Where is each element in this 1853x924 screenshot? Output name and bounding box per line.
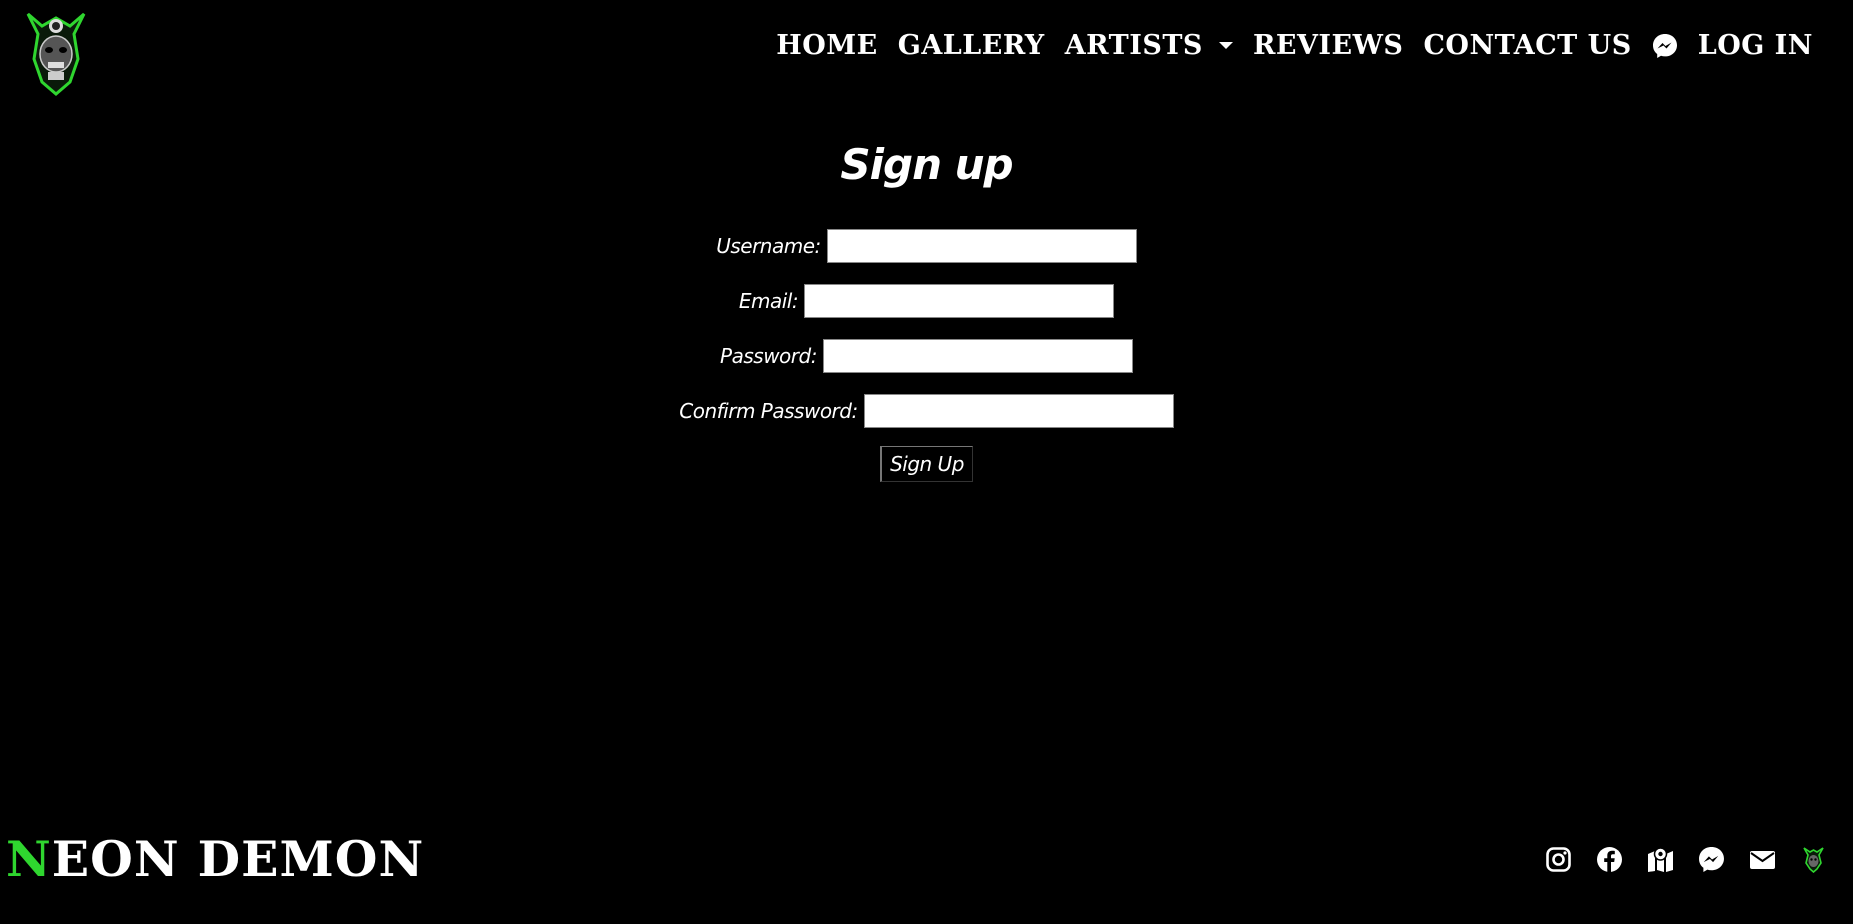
messenger-icon[interactable] xyxy=(1698,846,1725,873)
nav-login[interactable]: LOG IN xyxy=(1698,30,1813,61)
map-icon[interactable] xyxy=(1647,846,1674,873)
mini-logo-icon[interactable] xyxy=(1800,846,1827,873)
nav-reviews[interactable]: REVIEWS xyxy=(1253,30,1404,61)
email-label: Email: xyxy=(738,289,799,313)
footer-brand-initial: N xyxy=(6,830,52,888)
nav-gallery[interactable]: GALLERY xyxy=(898,30,1045,61)
confirm-password-input[interactable] xyxy=(863,394,1174,428)
footer-social-icons xyxy=(1545,846,1827,873)
sign-up-button[interactable]: Sign Up xyxy=(880,446,973,482)
username-row: Username: xyxy=(0,228,1853,264)
envelope-icon[interactable] xyxy=(1749,846,1776,873)
nav-contact[interactable]: CONTACT US xyxy=(1423,30,1631,61)
password-row: Password: xyxy=(0,338,1853,374)
nav-artists-label: ARTISTS xyxy=(1064,30,1203,61)
signup-form: Username: Email: Password: Confirm Passw… xyxy=(0,228,1853,482)
submit-row: Sign Up xyxy=(0,446,1853,482)
instagram-icon[interactable] xyxy=(1545,846,1572,873)
username-input[interactable] xyxy=(826,229,1137,263)
page-title: Sign up xyxy=(840,140,1013,189)
password-input[interactable] xyxy=(822,339,1133,373)
confirm-password-label: Confirm Password: xyxy=(679,399,858,423)
chevron-down-icon xyxy=(1218,42,1233,49)
footer-brand: NEON DEMON xyxy=(6,830,424,888)
facebook-icon[interactable] xyxy=(1596,846,1623,873)
nav-home[interactable]: HOME xyxy=(776,30,878,61)
footer-brand-rest: EON DEMON xyxy=(51,830,425,888)
password-label: Password: xyxy=(720,344,817,368)
email-row: Email: xyxy=(0,283,1853,319)
nav-artists-dropdown[interactable]: ARTISTS xyxy=(1065,30,1233,61)
username-label: Username: xyxy=(716,234,821,258)
site-logo-icon[interactable] xyxy=(20,4,92,96)
main-nav: HOME GALLERY ARTISTS REVIEWS CONTACT US … xyxy=(776,30,1813,61)
messenger-icon[interactable] xyxy=(1652,33,1678,59)
email-input[interactable] xyxy=(804,284,1115,318)
confirm-password-row: Confirm Password: xyxy=(0,393,1853,429)
